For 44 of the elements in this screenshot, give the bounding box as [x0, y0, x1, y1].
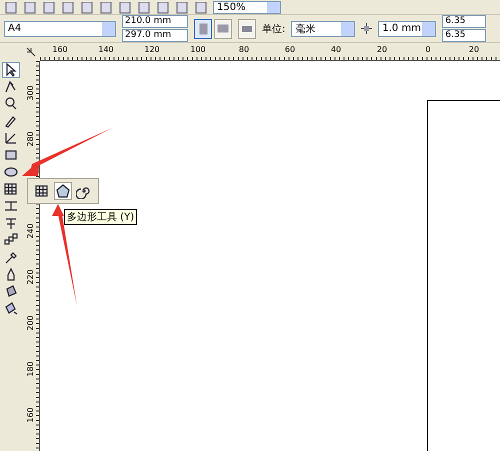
ruler-label: 200 — [26, 315, 36, 331]
duplicate-x-field[interactable]: 6.35 — [442, 15, 486, 28]
toolbar-icon[interactable] — [23, 2, 37, 14]
ruler-label: 60 — [284, 45, 296, 54]
pick-tool[interactable] — [2, 62, 20, 78]
toolbar-icon[interactable] — [99, 2, 113, 14]
duplicate-y-field[interactable]: 6.35 — [442, 29, 486, 42]
tooltip: 多边形工具 (Y) — [64, 209, 138, 225]
ruler-label: 0 — [425, 45, 431, 54]
ruler-label: 120 — [144, 45, 160, 54]
ruler-label: 40 — [330, 45, 342, 54]
units-label: 单位: — [262, 22, 286, 36]
ruler-label: 280 — [26, 131, 36, 147]
toolbar-icon[interactable] — [194, 2, 208, 14]
toolbar-icon[interactable] — [42, 2, 56, 14]
ruler-label: 80 — [238, 45, 250, 54]
ruler-label: 240 — [26, 223, 36, 239]
ruler-label: 180 — [26, 361, 36, 377]
ruler-label: 140 — [98, 45, 114, 54]
units-combo[interactable]: 毫米 — [291, 20, 356, 36]
portrait-button[interactable] — [194, 18, 212, 38]
ruler-label: 100 — [190, 45, 206, 54]
ruler-origin-icon[interactable] — [26, 47, 36, 57]
nudge-icon — [361, 23, 372, 34]
ruler-label: 220 — [26, 269, 36, 285]
ruler-label: 20 — [468, 45, 480, 54]
toolbar-icon[interactable] — [118, 2, 132, 14]
paper-size-combo[interactable]: A4 — [4, 20, 116, 36]
polygon-tool[interactable] — [54, 182, 72, 200]
page-icon — [198, 22, 208, 34]
toolbar-icon[interactable] — [80, 2, 94, 14]
zoom-combo[interactable]: 150% — [213, 1, 281, 14]
page-icon — [242, 26, 252, 32]
ruler-label: 20 — [376, 45, 388, 54]
nudge-field[interactable]: 1.0 mm — [378, 20, 436, 36]
ruler-label: 160 — [52, 45, 68, 54]
width-field[interactable]: 210.0 mm — [122, 15, 188, 28]
height-field[interactable]: 297.0 mm — [122, 29, 188, 42]
toolbar-icon[interactable] — [4, 2, 18, 14]
ruler-label: 300 — [26, 85, 36, 101]
ruler-label: 160 — [26, 407, 36, 423]
page-icon — [217, 24, 229, 33]
page-layout-button[interactable] — [238, 18, 256, 38]
toolbar-icon[interactable] — [61, 2, 75, 14]
